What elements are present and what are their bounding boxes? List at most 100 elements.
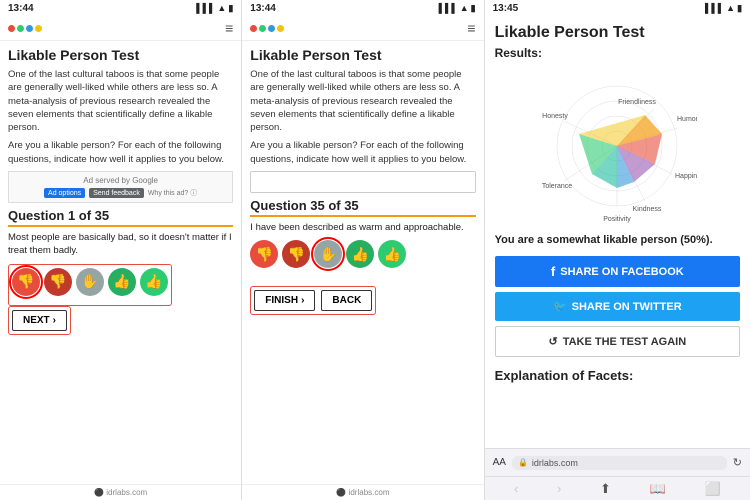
radar-chart-container: Friendliness Humor Happiness Kindness Po…: [495, 66, 740, 226]
panel-1-footer: ⚫ idrlabs.com: [0, 484, 241, 500]
question-text-1: Most people are basically bad, so it doe…: [8, 231, 233, 258]
dot-green: [17, 25, 24, 32]
panel-2-header: ≡: [242, 16, 483, 41]
time-1: 13:44: [8, 3, 34, 14]
panel-1: 13:44 ▌▌▌ ▲ ▮ ≡ Likable Person Test One …: [0, 0, 242, 500]
dot-red-2: [250, 25, 257, 32]
time-3: 13:45: [493, 3, 519, 14]
forward-nav-icon[interactable]: ›: [557, 481, 561, 496]
radar-chart: Friendliness Humor Happiness Kindness Po…: [537, 66, 697, 226]
question-text-2: I have been described as warm and approa…: [250, 221, 475, 234]
rating-btn-1-neutral[interactable]: ✋: [76, 268, 104, 296]
panel-1-header: ≡: [0, 16, 241, 41]
description-1b: Are you a likable person? For each of th…: [8, 139, 233, 166]
result-text: You are a somewhat likable person (50%).: [495, 234, 740, 246]
why-ad: Why this ad? ⓘ: [148, 188, 197, 198]
rating-btn-1-disagree[interactable]: 👎: [44, 268, 72, 296]
battery-icon: ▮: [228, 3, 233, 14]
results-label: Results:: [495, 46, 740, 60]
radar-label-friendliness: Friendliness: [618, 99, 656, 106]
radar-label-kindness: Kindness: [633, 206, 662, 213]
browser-url-bar[interactable]: 🔒 idrlabs.com: [512, 456, 727, 470]
ad-buttons: Ad options Send feedback Why this ad? ⓘ: [15, 188, 226, 198]
rating-btn-1-strongly-disagree[interactable]: 👎: [12, 268, 40, 296]
dot-red: [8, 25, 15, 32]
hamburger-icon[interactable]: ≡: [225, 20, 233, 36]
back-button[interactable]: BACK: [321, 290, 372, 311]
rating-row-2: 👎 👎 ✋ 👍 👍: [250, 240, 475, 268]
rating-row-wrapper-1: 👎 👎 ✋ 👍 👍: [8, 264, 172, 306]
app-title-1: Likable Person Test: [8, 47, 233, 63]
logo-2: [250, 25, 284, 32]
dot-green-2: [259, 25, 266, 32]
retake-icon: ↺: [548, 335, 557, 348]
rating-btn-2-3[interactable]: ✋: [314, 240, 342, 268]
tabs-nav-icon[interactable]: ⬜: [704, 481, 720, 497]
rating-btn-2-2[interactable]: 👎: [282, 240, 310, 268]
facebook-icon: f: [551, 264, 555, 279]
logo: [8, 25, 42, 32]
results-title: Likable Person Test: [495, 24, 740, 42]
share-nav-icon[interactable]: ⬆: [600, 481, 611, 497]
text-input-area: [250, 171, 475, 193]
nav-row-2: FINISH › BACK: [254, 290, 372, 311]
panel-2-content: Likable Person Test One of the last cult…: [242, 41, 483, 484]
signal-icon-3: ▌▌▌: [705, 3, 724, 13]
rating-btn-2-4[interactable]: 👍: [346, 240, 374, 268]
rating-btn-1-strongly-agree[interactable]: 👍: [140, 268, 168, 296]
radar-label-humor: Humor: [677, 116, 697, 123]
share-facebook-label: SHARE ON FACEBOOK: [560, 266, 683, 278]
nav-row-wrapper-2: FINISH › BACK: [250, 286, 376, 315]
panel-3: 13:45 ▌▌▌ ▲ ▮ Likable Person Test Result…: [485, 0, 750, 500]
status-icons-1: ▌▌▌ ▲ ▮: [196, 3, 233, 14]
battery-icon-3: ▮: [737, 3, 742, 14]
app-title-2: Likable Person Test: [250, 47, 475, 63]
radar-label-happiness: Happiness: [675, 173, 697, 180]
ad-box: Ad served by Google Ad options Send feed…: [8, 171, 233, 203]
wifi-icon-2: ▲: [460, 3, 469, 13]
panel-2: 13:44 ▌▌▌ ▲ ▮ ≡ Likable Person Test One …: [242, 0, 484, 500]
ad-options-btn[interactable]: Ad options: [44, 188, 85, 198]
reload-icon[interactable]: ↻: [733, 456, 742, 469]
wifi-icon-3: ▲: [726, 3, 735, 13]
share-twitter-button[interactable]: 🐦 SHARE ON TWITTER: [495, 292, 740, 321]
back-nav-icon[interactable]: ‹: [514, 481, 518, 496]
bookmarks-nav-icon[interactable]: 📖: [650, 481, 666, 497]
browser-aa[interactable]: AA: [493, 457, 506, 468]
retake-button[interactable]: ↺ TAKE THE TEST AGAIN: [495, 326, 740, 357]
send-feedback-btn[interactable]: Send feedback: [89, 188, 144, 198]
panel-1-content: Likable Person Test One of the last cult…: [0, 41, 241, 484]
browser-url-text: idrlabs.com: [532, 458, 578, 468]
rating-btn-2-5[interactable]: 👍: [378, 240, 406, 268]
share-facebook-button[interactable]: f SHARE ON FACEBOOK: [495, 256, 740, 287]
question-header-2: Question 35 of 35: [250, 198, 475, 217]
status-bar-1: 13:44 ▌▌▌ ▲ ▮: [0, 0, 241, 16]
signal-icon-2: ▌▌▌: [439, 3, 458, 13]
next-button-1[interactable]: NEXT ›: [12, 310, 67, 331]
status-icons-2: ▌▌▌ ▲ ▮: [439, 3, 476, 14]
finish-arrow: ›: [301, 295, 304, 306]
status-bar-3: 13:45 ▌▌▌ ▲ ▮: [485, 0, 750, 16]
status-icons-3: ▌▌▌ ▲ ▮: [705, 3, 742, 14]
battery-icon-2: ▮: [471, 3, 476, 14]
rating-btn-1-agree[interactable]: 👍: [108, 268, 136, 296]
next-arrow: ›: [53, 315, 56, 326]
finish-button[interactable]: FINISH ›: [254, 290, 315, 311]
twitter-icon: 🐦: [553, 300, 567, 313]
nav-row-wrapper-1: NEXT ›: [8, 306, 71, 335]
time-2: 13:44: [250, 3, 276, 14]
description-2a: One of the last cultural taboos is that …: [250, 68, 475, 134]
dot-blue: [26, 25, 33, 32]
description-1a: One of the last cultural taboos is that …: [8, 68, 233, 134]
rating-btn-2-1[interactable]: 👎: [250, 240, 278, 268]
ad-text: Ad served by Google: [15, 176, 226, 185]
results-content: Likable Person Test Results:: [485, 16, 750, 448]
next-label-1: NEXT: [23, 315, 50, 326]
nav-row-1: NEXT ›: [12, 310, 67, 331]
hamburger-icon-2[interactable]: ≡: [467, 20, 475, 36]
browser-navigation: ‹ › ⬆ 📖 ⬜: [485, 476, 750, 500]
back-label: BACK: [332, 295, 361, 306]
rating-row-1: 👎 👎 ✋ 👍 👍: [12, 268, 168, 296]
retake-label: TAKE THE TEST AGAIN: [563, 336, 686, 348]
browser-bar: AA 🔒 idrlabs.com ↻: [485, 448, 750, 476]
